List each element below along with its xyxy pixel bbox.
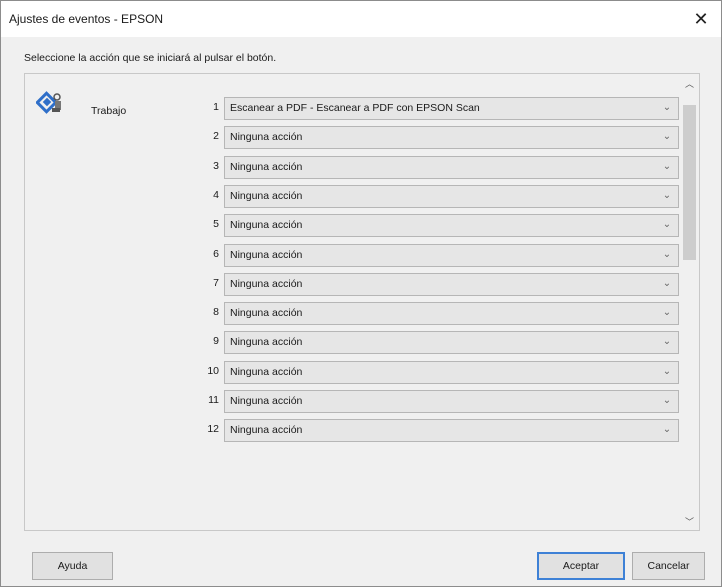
action-dropdown[interactable]: Ninguna acción ⌄: [224, 126, 679, 149]
action-dropdown-value: Ninguna acción: [230, 131, 303, 143]
action-dropdown-value: Ninguna acción: [230, 366, 303, 378]
action-dropdown-value: Ninguna acción: [230, 336, 303, 348]
vertical-scrollbar[interactable]: ︿ ﹀: [680, 74, 699, 530]
action-dropdown[interactable]: Escanear a PDF - Escanear a PDF con EPSO…: [224, 97, 679, 120]
chevron-down-icon: ⌄: [662, 161, 672, 172]
action-dropdown-value: Ninguna acción: [230, 161, 303, 173]
event-row-number: 7: [213, 277, 219, 289]
action-dropdown[interactable]: Ninguna acción ⌄: [224, 273, 679, 296]
scroll-up-button[interactable]: ︿: [680, 74, 699, 92]
action-dropdown-value: Ninguna acción: [230, 424, 303, 436]
event-row: 1 Escanear a PDF - Escanear a PDF con EPS…: [190, 97, 685, 121]
action-dropdown[interactable]: Ninguna acción ⌄: [224, 156, 679, 179]
close-icon: ✕: [693, 8, 709, 29]
chevron-down-icon: ⌄: [662, 336, 672, 347]
event-row-number: 5: [213, 218, 219, 230]
event-row-number: 8: [213, 306, 219, 318]
action-dropdown[interactable]: Ninguna acción ⌄: [224, 419, 679, 442]
action-dropdown[interactable]: Ninguna acción ⌄: [224, 390, 679, 413]
chevron-down-icon: ⌄: [662, 219, 672, 230]
chevron-down-icon: ⌄: [662, 249, 672, 260]
event-row-number: 4: [213, 189, 219, 201]
chevron-down-icon: ⌄: [662, 395, 672, 406]
action-dropdown[interactable]: Ninguna acción ⌄: [224, 214, 679, 237]
action-dropdown-value: Ninguna acción: [230, 219, 303, 231]
chevron-down-icon: ⌄: [662, 131, 672, 142]
action-dropdown-value: Ninguna acción: [230, 278, 303, 290]
event-row: 3 Ninguna acción ⌄: [190, 156, 685, 180]
event-row-number: 1: [213, 101, 219, 113]
instruction-text: Seleccione la acción que se iniciará al …: [24, 52, 277, 64]
chevron-down-icon: ﹀: [684, 516, 694, 527]
event-row: 10 Ninguna acción ⌄: [190, 361, 685, 385]
action-dropdown-value: Ninguna acción: [230, 395, 303, 407]
action-dropdown[interactable]: Ninguna acción ⌄: [224, 244, 679, 267]
action-dropdown[interactable]: Ninguna acción ⌄: [224, 185, 679, 208]
scroll-thumb[interactable]: [683, 105, 696, 260]
event-row: 5 Ninguna acción ⌄: [190, 214, 685, 238]
event-row: 6 Ninguna acción ⌄: [190, 244, 685, 268]
chevron-down-icon: ⌄: [662, 424, 672, 435]
action-dropdown[interactable]: Ninguna acción ⌄: [224, 302, 679, 325]
action-dropdown-value: Ninguna acción: [230, 249, 303, 261]
chevron-down-icon: ⌄: [662, 102, 672, 113]
ok-button[interactable]: Aceptar: [537, 552, 625, 580]
event-row-number: 6: [213, 248, 219, 260]
event-row-number: 10: [207, 365, 219, 377]
chevron-down-icon: ⌄: [662, 307, 672, 318]
chevron-down-icon: ⌄: [662, 278, 672, 289]
event-row-number: 9: [213, 335, 219, 347]
scanner-job-icon: [36, 91, 61, 114]
dialog-window: Ajustes de eventos - EPSON ✕ Seleccione …: [0, 0, 722, 587]
job-label: Trabajo: [91, 105, 127, 117]
chevron-up-icon: ︿: [684, 78, 694, 89]
event-row-number: 2: [213, 130, 219, 142]
events-panel: Trabajo 1 Escanear a PDF - Escanear a PDF…: [24, 73, 700, 531]
event-row: 9 Ninguna acción ⌄: [190, 331, 685, 355]
window-title: Ajustes de eventos - EPSON: [9, 12, 164, 26]
action-dropdown[interactable]: Ninguna acción ⌄: [224, 361, 679, 384]
action-dropdown-value: Ninguna acción: [230, 307, 303, 319]
event-row: 4 Ninguna acción ⌄: [190, 185, 685, 209]
title-bar: Ajustes de eventos - EPSON ✕: [1, 1, 721, 37]
help-button[interactable]: Ayuda: [32, 552, 113, 580]
close-button[interactable]: ✕: [681, 1, 721, 37]
chevron-down-icon: ⌄: [662, 190, 672, 201]
event-row: 12 Ninguna acción ⌄: [190, 419, 685, 443]
cancel-button[interactable]: Cancelar: [632, 552, 705, 580]
event-row-number: 12: [207, 423, 219, 435]
event-row: 8 Ninguna acción ⌄: [190, 302, 685, 326]
event-row-number: 11: [208, 394, 219, 406]
event-row: 7 Ninguna acción ⌄: [190, 273, 685, 297]
event-row-number: 3: [213, 160, 219, 172]
action-dropdown-value: Ninguna acción: [230, 190, 303, 202]
event-row: 2 Ninguna acción ⌄: [190, 126, 685, 150]
scroll-down-button[interactable]: ﹀: [680, 512, 699, 530]
chevron-down-icon: ⌄: [662, 366, 672, 377]
action-dropdown-value: Escanear a PDF - Escanear a PDF con EPSO…: [230, 102, 480, 114]
action-dropdown[interactable]: Ninguna acción ⌄: [224, 331, 679, 354]
event-row: 11 Ninguna acción ⌄: [190, 390, 685, 414]
